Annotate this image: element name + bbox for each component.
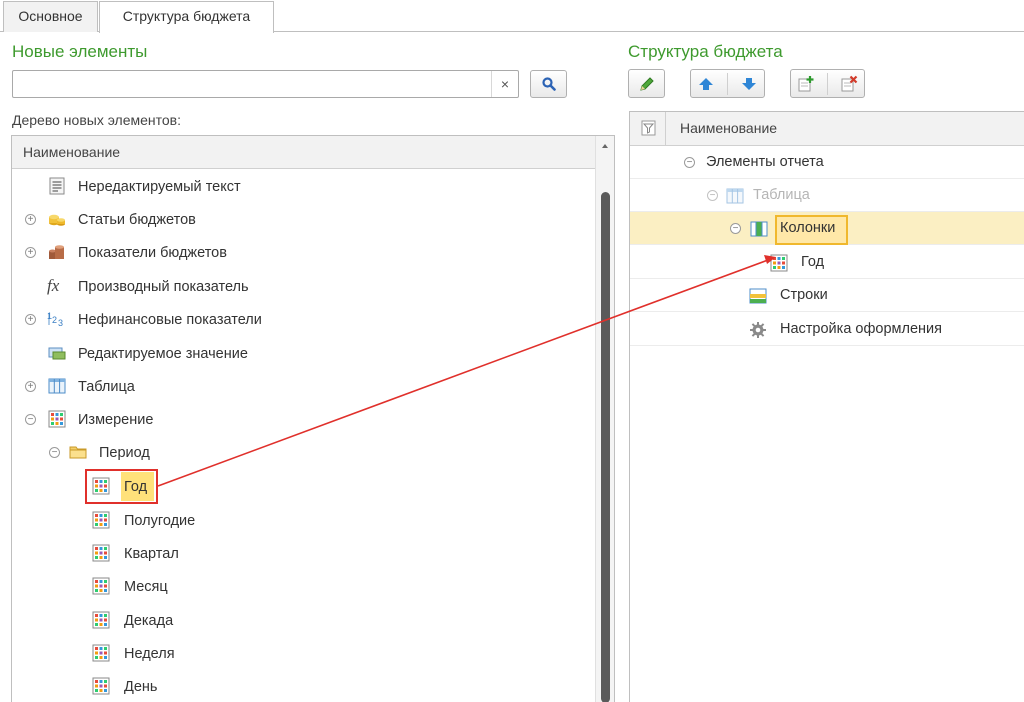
window: Основное Структура бюджета Новые элемент… (0, 0, 1024, 702)
drag-connector-arrow (157, 255, 776, 487)
